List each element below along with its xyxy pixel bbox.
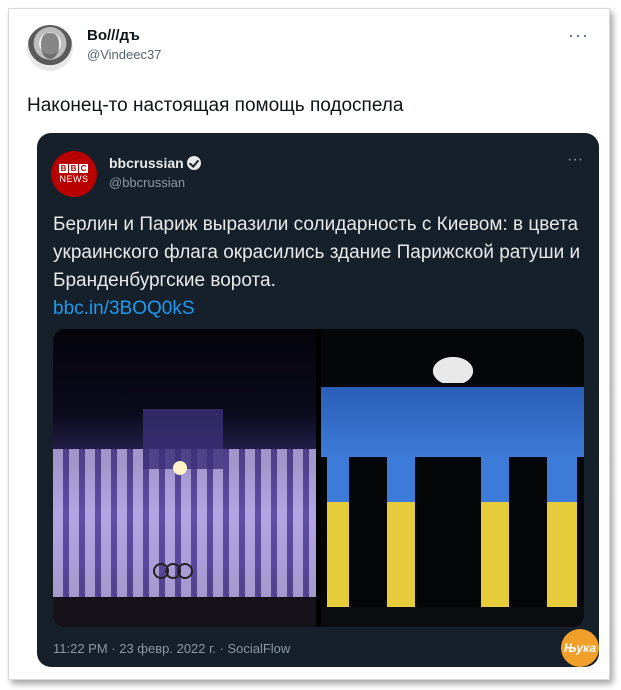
quoted-author-label: bbcrussian bbox=[109, 155, 184, 171]
more-options-icon[interactable]: ··· bbox=[568, 25, 589, 46]
quoted-more-options-icon[interactable]: ··· bbox=[567, 151, 583, 169]
gate-column bbox=[327, 457, 349, 607]
author-name[interactable]: Во///дъ bbox=[87, 27, 140, 44]
olympic-rings-icon bbox=[153, 563, 193, 584]
author-handle[interactable]: @Vindeec37 bbox=[87, 47, 161, 62]
media-grid[interactable] bbox=[53, 329, 584, 627]
ground bbox=[53, 597, 316, 627]
tweet-header: Во///дъ @Vindeec37 ··· bbox=[25, 23, 595, 73]
logo-letter: C bbox=[79, 164, 88, 173]
quoted-tweet-link[interactable]: bbc.in/3BOQ0kS bbox=[53, 295, 589, 323]
gate-columns bbox=[321, 457, 584, 607]
gate-column bbox=[481, 457, 509, 607]
quoted-tweet-text: Берлин и Париж выразили солидарность с К… bbox=[53, 211, 589, 323]
site-watermark-logo: Њука bbox=[561, 629, 599, 667]
gate-column bbox=[387, 457, 415, 607]
logo-letter: B bbox=[69, 164, 78, 173]
avatar[interactable] bbox=[27, 25, 73, 71]
tweet-text: Наконец-то настоящая помощь подоспела bbox=[27, 95, 404, 116]
paris-city-hall-photo[interactable] bbox=[53, 329, 316, 627]
quoted-timestamp[interactable]: 11:22 PM · 23 февр. 2022 г. · SocialFlow bbox=[53, 641, 290, 656]
verified-badge-icon bbox=[186, 156, 201, 170]
quoted-author-handle[interactable]: @bbcrussian bbox=[109, 175, 185, 190]
ground bbox=[321, 607, 584, 627]
quoted-author-name[interactable]: bbcrussian bbox=[109, 155, 201, 171]
gate-column bbox=[547, 457, 577, 607]
screenshot-frame: Во///дъ @Vindeec37 ··· Наконец-то настоя… bbox=[8, 8, 610, 680]
logo-subtext: NEWS bbox=[59, 174, 89, 184]
clock-icon bbox=[173, 461, 187, 475]
quoted-tweet-card[interactable]: B B C NEWS bbcrussian @bbcrussian ··· Бе… bbox=[37, 133, 599, 667]
logo-letter: B bbox=[59, 164, 68, 173]
brandenburg-gate-photo[interactable] bbox=[321, 329, 584, 627]
bbc-logo-letters: B B C bbox=[59, 164, 88, 173]
building-roof bbox=[143, 409, 223, 469]
quoted-tweet-body: Берлин и Париж выразили солидарность с К… bbox=[53, 214, 581, 291]
gate-entablature bbox=[321, 387, 584, 457]
quadriga-sculpture bbox=[413, 343, 493, 383]
bbc-news-logo[interactable]: B B C NEWS bbox=[51, 151, 97, 197]
